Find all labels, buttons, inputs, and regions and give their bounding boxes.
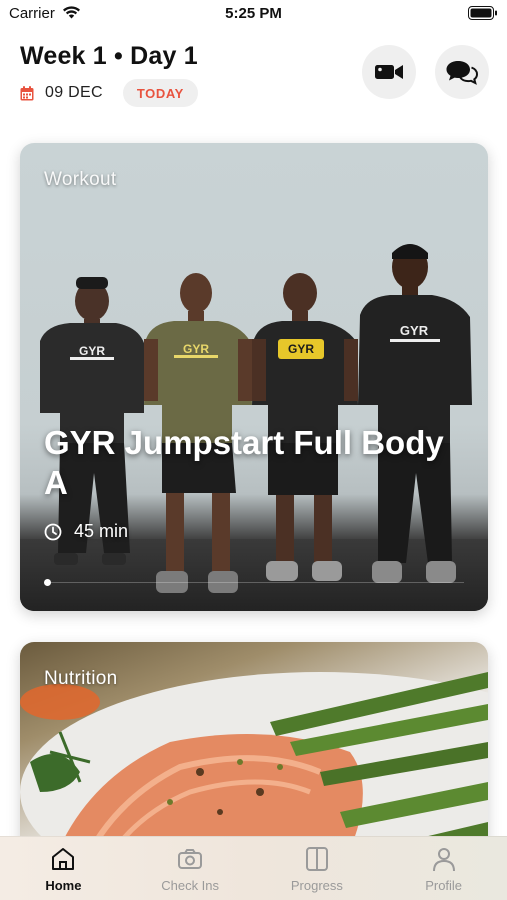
shirt-text-3: GYR <box>288 342 314 356</box>
battery-icon <box>468 6 497 20</box>
calendar-icon <box>20 85 34 100</box>
shirt-text-4: GYR <box>400 323 429 338</box>
tab-check-ins[interactable]: Check Ins <box>127 837 254 900</box>
shirt-text-1: GYR <box>79 344 105 358</box>
workout-title: GYR Jumpstart Full Body A <box>44 424 444 501</box>
status-bar: Carrier 5:25 PM <box>0 0 507 30</box>
clock-icon <box>44 523 62 540</box>
split-panel-icon <box>305 847 328 871</box>
video-call-button[interactable] <box>362 45 416 99</box>
tab-bar: Home Check Ins Progress Profile <box>0 836 507 900</box>
tab-progress-label: Progress <box>290 878 343 893</box>
chat-bubbles-icon <box>446 61 478 85</box>
today-badge[interactable]: TODAY <box>122 79 198 107</box>
carousel-track <box>46 582 464 583</box>
clock: 5:25 PM <box>225 5 282 22</box>
nutrition-label: Nutrition <box>44 668 118 689</box>
chat-button[interactable] <box>435 45 489 99</box>
page-title: Week 1 • Day 1 <box>20 42 198 70</box>
duration-row: 45 min <box>44 521 128 542</box>
shirt-text-2: GYR <box>183 342 209 356</box>
tab-check-ins-label: Check Ins <box>161 878 220 893</box>
workout-label: Workout <box>44 169 117 190</box>
date-label: 09 DEC <box>45 84 103 101</box>
tab-home-label: Home <box>45 878 82 893</box>
home-icon <box>52 848 75 870</box>
person-icon <box>432 848 455 872</box>
carousel-indicator <box>44 579 51 586</box>
tab-profile[interactable]: Profile <box>380 837 507 900</box>
tab-home[interactable]: Home <box>0 837 127 900</box>
trainer-4: GYR <box>358 244 472 583</box>
date-row: 09 DEC TODAY <box>20 79 198 107</box>
workout-card[interactable]: GYR GYR GYR GYR Workout GYR Jumpstart Fu… <box>20 143 488 611</box>
camera-icon <box>178 849 203 869</box>
tab-profile-label: Profile <box>425 878 463 893</box>
duration-label: 45 min <box>74 521 129 541</box>
video-camera-icon <box>375 65 403 79</box>
tab-progress[interactable]: Progress <box>254 837 381 900</box>
